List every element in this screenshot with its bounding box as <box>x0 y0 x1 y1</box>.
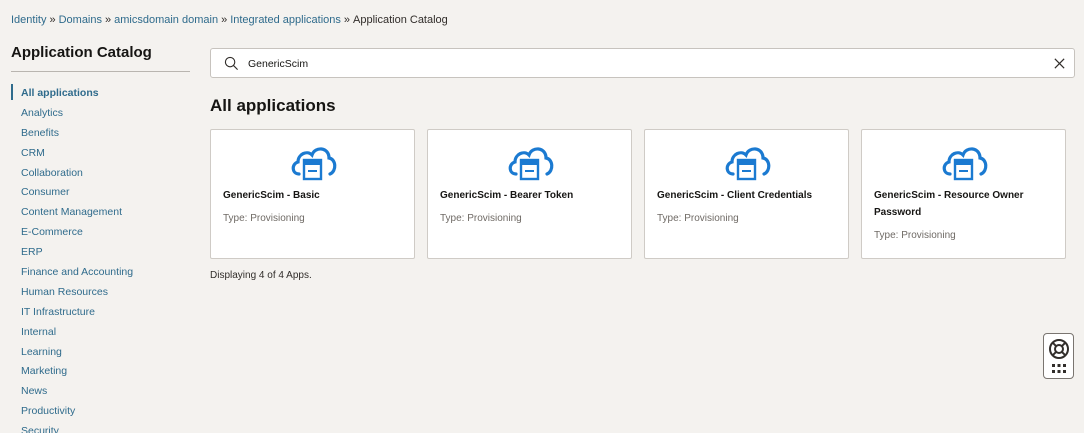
cloud-app-icon <box>942 147 988 181</box>
breadcrumb-separator: » <box>49 14 56 26</box>
cloud-app-icon <box>291 147 337 181</box>
category-productivity[interactable]: Productivity <box>11 404 190 424</box>
app-card-list: GenericScim - Basic Type: Provisioning G… <box>210 129 1066 259</box>
category-analytics[interactable]: Analytics <box>11 106 190 126</box>
app-card-resource-owner-password[interactable]: GenericScim - Resource Owner Password Ty… <box>861 129 1066 259</box>
breadcrumb-domain[interactable]: amicsdomain domain <box>114 14 218 26</box>
app-card-client-credentials[interactable]: GenericScim - Client Credentials Type: P… <box>644 129 849 259</box>
sidebar-title: Application Catalog <box>11 44 190 72</box>
category-benefits[interactable]: Benefits <box>11 126 190 146</box>
breadcrumb-separator: » <box>105 14 112 26</box>
breadcrumb-separator: » <box>343 14 350 26</box>
search-icon <box>224 56 238 70</box>
category-collaboration[interactable]: Collaboration <box>11 166 190 186</box>
section-title: All applications <box>210 96 336 115</box>
category-all-applications[interactable]: All applications <box>11 84 190 106</box>
category-security[interactable]: Security <box>11 424 190 433</box>
app-type: Type: Provisioning <box>223 213 305 224</box>
category-it-infrastructure[interactable]: IT Infrastructure <box>11 305 190 325</box>
app-name: GenericScim - Bearer Token <box>440 190 574 201</box>
breadcrumb-integrated-applications[interactable]: Integrated applications <box>230 14 341 26</box>
cloud-app-icon <box>508 147 554 181</box>
grid-icon <box>1052 364 1066 373</box>
close-icon[interactable] <box>1053 57 1066 70</box>
app-name: GenericScim - Basic <box>223 190 320 201</box>
breadcrumb-identity[interactable]: Identity <box>11 14 46 26</box>
app-type-container: Type: Provisioning <box>657 208 842 225</box>
lifebuoy-icon <box>1049 339 1069 359</box>
category-marketing[interactable]: Marketing <box>11 364 190 384</box>
app-type-container: Type: Provisioning <box>440 208 625 225</box>
search-box <box>210 48 1075 78</box>
category-news[interactable]: News <box>11 384 190 404</box>
results-count: Displaying 4 of 4 Apps. <box>210 270 312 281</box>
category-sidebar: Application Catalog All applications Ana… <box>11 44 190 433</box>
app-name: GenericScim - Client Credentials <box>657 190 813 201</box>
breadcrumb-domains[interactable]: Domains <box>59 14 102 26</box>
category-crm[interactable]: CRM <box>11 146 190 166</box>
app-type-container: Type: Provisioning <box>223 208 408 225</box>
breadcrumb: Identity» Domains» amicsdomain domain» Inte… <box>11 14 448 26</box>
search-input[interactable] <box>248 55 1028 72</box>
cloud-app-icon <box>725 147 771 181</box>
app-card-bearer-token[interactable]: GenericScim - Bearer Token Type: Provisi… <box>427 129 632 259</box>
app-type-container: Type: Provisioning <box>874 225 1059 242</box>
category-human-resources[interactable]: Human Resources <box>11 285 190 305</box>
app-type: Type: Provisioning <box>657 213 739 224</box>
category-internal[interactable]: Internal <box>11 325 190 345</box>
category-list: All applications Analytics Benefits CRM … <box>11 84 190 433</box>
category-e-commerce[interactable]: E-Commerce <box>11 225 190 245</box>
app-card-basic[interactable]: GenericScim - Basic Type: Provisioning <box>210 129 415 259</box>
category-content-management[interactable]: Content Management <box>11 205 190 225</box>
help-widget[interactable] <box>1043 333 1074 379</box>
app-type: Type: Provisioning <box>874 230 956 241</box>
breadcrumb-separator: » <box>221 14 228 26</box>
category-erp[interactable]: ERP <box>11 245 190 265</box>
breadcrumb-current: Application Catalog <box>353 14 448 26</box>
category-consumer[interactable]: Consumer <box>11 185 190 205</box>
app-name: GenericScim - Resource Owner Password <box>874 190 1024 218</box>
app-type: Type: Provisioning <box>440 213 522 224</box>
category-learning[interactable]: Learning <box>11 345 190 365</box>
category-finance-and-accounting[interactable]: Finance and Accounting <box>11 265 190 285</box>
